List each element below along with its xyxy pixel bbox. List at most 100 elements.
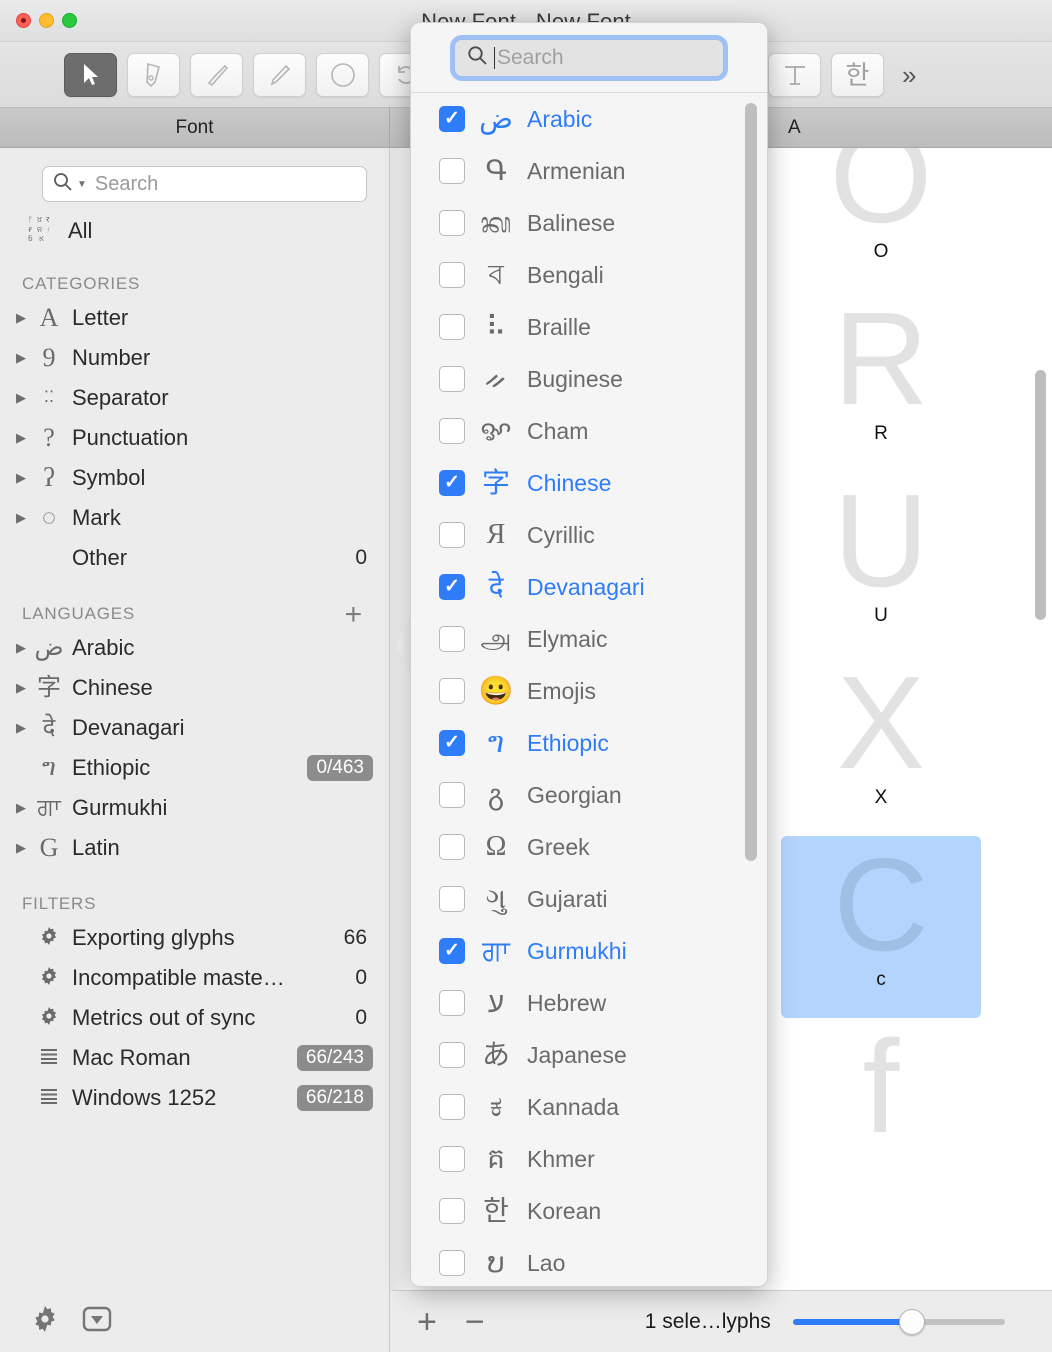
language-checkbox[interactable]: [439, 938, 465, 964]
language-checkbox[interactable]: [439, 1198, 465, 1224]
language-checkbox[interactable]: [439, 886, 465, 912]
disclosure-triangle-icon[interactable]: ▶: [12, 640, 30, 656]
language-row-devanagari[interactable]: दे Devanagari: [411, 561, 767, 613]
disclosure-triangle-icon[interactable]: ▶: [12, 350, 30, 366]
language-row-cyrillic[interactable]: Я Cyrillic: [411, 509, 767, 561]
pencil-tool-button[interactable]: [253, 52, 306, 97]
glyph-cell[interactable]: f: [781, 1017, 981, 1200]
zoom-slider[interactable]: [792, 1308, 1005, 1335]
pen-tool-button[interactable]: [127, 52, 180, 97]
chevron-down-icon[interactable]: ▼: [77, 179, 87, 190]
language-checkbox[interactable]: [439, 678, 465, 704]
sidebar-item-windows-1252[interactable]: Windows 1252 66/218: [0, 1078, 389, 1118]
sidebar-item-incompatible-masters[interactable]: Incompatible maste… 0: [0, 958, 389, 998]
disclosure-triangle-icon[interactable]: ▶: [12, 720, 30, 736]
language-checkbox[interactable]: [439, 314, 465, 340]
language-checkbox[interactable]: [439, 470, 465, 496]
language-row-emojis[interactable]: 😀 Emojis: [411, 665, 767, 717]
font-column-header[interactable]: Font: [0, 108, 390, 148]
language-checkbox[interactable]: [439, 1042, 465, 1068]
language-checkbox[interactable]: [439, 990, 465, 1016]
knife-tool-button[interactable]: [190, 52, 243, 97]
disclosure-triangle-icon[interactable]: ▶: [12, 800, 30, 816]
disclosure-triangle-icon[interactable]: ▶: [12, 680, 30, 696]
disclosure-triangle-icon[interactable]: ▶: [12, 430, 30, 446]
language-row-ethiopic[interactable]: ግ Ethiopic: [411, 717, 767, 769]
language-row-korean[interactable]: 한 Korean: [411, 1185, 767, 1237]
language-checkbox[interactable]: [439, 730, 465, 756]
language-row-chinese[interactable]: 字 Chinese: [411, 457, 767, 509]
dropdown-box-icon[interactable]: [82, 1304, 112, 1339]
sidebar-item-mark[interactable]: ▶ ◌ Mark: [0, 498, 389, 538]
language-checkbox[interactable]: [439, 366, 465, 392]
disclosure-triangle-icon[interactable]: ▶: [12, 510, 30, 526]
language-row-japanese[interactable]: あ Japanese: [411, 1029, 767, 1081]
sidebar-item-letter[interactable]: ▶ A Letter: [0, 298, 389, 338]
language-list[interactable]: ض Arabic Գ Armenian ᬓ Balinese ব Bengali ⠧ Braill…: [411, 93, 767, 1286]
sidebar-item-separator[interactable]: ▶ ⁚⁚ Separator: [0, 378, 389, 418]
glyph-cell[interactable]: U U: [781, 471, 981, 654]
language-row-bengali[interactable]: ব Bengali: [411, 249, 767, 301]
language-row-cham[interactable]: ꨀ Cham: [411, 405, 767, 457]
disclosure-triangle-icon[interactable]: ▶: [12, 840, 30, 856]
glyph-panel-scrollbar[interactable]: [1035, 370, 1046, 620]
language-checkbox[interactable]: [439, 1094, 465, 1120]
language-checkbox[interactable]: [439, 1250, 465, 1276]
add-glyph-button[interactable]: +: [417, 1305, 437, 1339]
language-row-armenian[interactable]: Գ Armenian: [411, 145, 767, 197]
sidebar-item-mac-roman[interactable]: Mac Roman 66/243: [0, 1038, 389, 1078]
add-language-button[interactable]: +: [345, 600, 363, 630]
select-tool-button[interactable]: [64, 52, 117, 97]
popover-search-input[interactable]: Search: [454, 38, 724, 77]
language-checkbox[interactable]: [439, 626, 465, 652]
language-checkbox[interactable]: [439, 210, 465, 236]
language-checkbox[interactable]: [439, 158, 465, 184]
glyph-cell[interactable]: R R: [781, 289, 981, 472]
glyph-cell-selected[interactable]: C c: [781, 835, 981, 1018]
sidebar-item-devanagari[interactable]: ▶ दे Devanagari: [0, 708, 389, 748]
sidebar-item-chinese[interactable]: ▶ 字 Chinese: [0, 668, 389, 708]
language-row-khmer[interactable]: គ Khmer: [411, 1133, 767, 1185]
language-checkbox[interactable]: [439, 574, 465, 600]
sidebar-item-number[interactable]: ▶ 9 Number: [0, 338, 389, 378]
sidebar-item-all[interactable]: ᚠ ਖ र ғ ନ ᚲ ნ א All: [0, 202, 389, 248]
language-checkbox[interactable]: [439, 262, 465, 288]
sidebar-item-gurmukhi[interactable]: ▶ ਗਾ Gurmukhi: [0, 788, 389, 828]
language-checkbox[interactable]: [439, 1146, 465, 1172]
language-row-greek[interactable]: Ω Greek: [411, 821, 767, 873]
glyph-cell[interactable]: X X: [781, 653, 981, 836]
language-row-braille[interactable]: ⠧ Braille: [411, 301, 767, 353]
sidebar-item-ethiopic[interactable]: ግ Ethiopic 0/463: [0, 748, 389, 788]
language-row-arabic[interactable]: ض Arabic: [411, 93, 767, 145]
text-tool-button[interactable]: [768, 52, 821, 97]
toolbar-overflow-button[interactable]: »: [902, 62, 916, 88]
sidebar-item-arabic[interactable]: ▶ ض Arabic: [0, 628, 389, 668]
language-checkbox[interactable]: [439, 106, 465, 132]
language-row-hebrew[interactable]: ע Hebrew: [411, 977, 767, 1029]
language-row-balinese[interactable]: ᬓ Balinese: [411, 197, 767, 249]
hangul-tool-button[interactable]: 한: [831, 52, 884, 97]
language-row-elymaic[interactable]: அ Elymaic: [411, 613, 767, 665]
language-row-buginese[interactable]: ᨀ Buginese: [411, 353, 767, 405]
disclosure-triangle-icon[interactable]: ▶: [12, 390, 30, 406]
sidebar-item-exporting-glyphs[interactable]: Exporting glyphs 66: [0, 918, 389, 958]
language-row-gurmukhi[interactable]: ਗਾ Gurmukhi: [411, 925, 767, 977]
language-checkbox[interactable]: [439, 834, 465, 860]
language-checkbox[interactable]: [439, 782, 465, 808]
language-list-scrollbar[interactable]: [745, 103, 757, 861]
language-checkbox[interactable]: [439, 522, 465, 548]
language-row-lao[interactable]: ບ Lao: [411, 1237, 767, 1286]
disclosure-triangle-icon[interactable]: ▶: [12, 470, 30, 486]
sidebar-item-latin[interactable]: ▶ G Latin: [0, 828, 389, 868]
language-row-georgian[interactable]: გ Georgian: [411, 769, 767, 821]
zoom-slider-knob[interactable]: [898, 1308, 925, 1335]
gear-icon[interactable]: [30, 1304, 60, 1339]
sidebar-item-metrics-out-of-sync[interactable]: Metrics out of sync 0: [0, 998, 389, 1038]
language-row-kannada[interactable]: ಕ Kannada: [411, 1081, 767, 1133]
sidebar-item-punctuation[interactable]: ▶ ? Punctuation: [0, 418, 389, 458]
disclosure-triangle-icon[interactable]: ▶: [12, 310, 30, 326]
shape-tool-button[interactable]: [316, 52, 369, 97]
glyph-cell[interactable]: O O: [781, 148, 981, 290]
sidebar-item-symbol[interactable]: ▶ ʔ Symbol: [0, 458, 389, 498]
language-checkbox[interactable]: [439, 418, 465, 444]
